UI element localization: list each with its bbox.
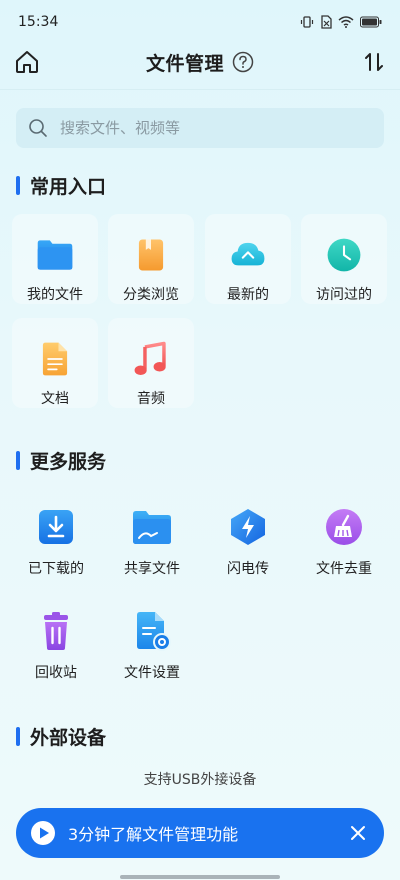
broom-icon: [326, 509, 362, 545]
lightning-icon: [231, 509, 265, 545]
status-icons: [300, 15, 382, 29]
quick-item-label: 音频: [137, 391, 165, 407]
section-accent-bar: [16, 727, 20, 746]
page-title: 文件管理: [145, 52, 224, 75]
quick-item-documents[interactable]: 文档: [12, 318, 98, 408]
quick-item-label: 文档: [41, 391, 69, 407]
battery-icon: [360, 16, 382, 28]
file-settings-icon: [137, 612, 171, 651]
help-icon[interactable]: [232, 51, 254, 73]
category-book-icon: [138, 239, 164, 271]
search-input[interactable]: [60, 119, 360, 137]
download-icon: [39, 510, 73, 544]
search-bar[interactable]: [16, 108, 384, 148]
vibrate-icon: [300, 16, 314, 28]
play-icon[interactable]: [30, 820, 56, 846]
promo-text[interactable]: 3分钟了解文件管理功能: [68, 821, 348, 845]
sort-icon[interactable]: [362, 50, 386, 74]
shared-folder-icon: [133, 511, 171, 544]
app-header: 文件管理: [0, 44, 400, 80]
section-external-devices: 外部设备: [16, 723, 106, 750]
service-item-label: 共享文件: [124, 561, 180, 577]
section-accent-bar: [16, 176, 20, 195]
service-item-label: 闪电传: [227, 561, 269, 577]
service-item-dedupe[interactable]: 文件去重: [296, 498, 392, 594]
quick-item-label: 分类浏览: [123, 287, 179, 303]
trash-icon: [44, 612, 68, 650]
quick-item-label: 访问过的: [316, 287, 372, 303]
service-item-shared[interactable]: 共享文件: [104, 498, 200, 594]
service-item-label: 回收站: [35, 665, 77, 681]
section-title: 外部设备: [30, 727, 107, 749]
service-item-downloaded[interactable]: 已下载的: [8, 498, 104, 594]
promo-banner[interactable]: 3分钟了解文件管理功能: [16, 808, 384, 858]
service-item-label: 文件去重: [316, 561, 372, 577]
home-icon[interactable]: [14, 49, 40, 75]
close-icon[interactable]: [348, 823, 368, 843]
quick-item-recent[interactable]: 最新的: [205, 214, 291, 304]
status-time: 15:34: [18, 14, 59, 30]
home-indicator[interactable]: [120, 875, 280, 879]
service-item-label: 已下载的: [28, 561, 84, 577]
search-icon: [29, 119, 47, 137]
service-item-recycle-bin[interactable]: 回收站: [8, 602, 104, 698]
service-item-file-settings[interactable]: 文件设置: [104, 602, 200, 698]
cloud-up-icon: [231, 242, 265, 266]
service-item-flash-transfer[interactable]: 闪电传: [200, 498, 296, 594]
clock-icon: [327, 238, 361, 272]
quick-item-visited[interactable]: 访问过的: [301, 214, 387, 304]
music-note-icon: [134, 341, 166, 375]
header-divider: [0, 89, 400, 90]
wifi-icon: [338, 16, 354, 28]
no-sim-icon: [321, 15, 332, 29]
section-quick-access: 常用入口: [16, 172, 106, 199]
service-item-label: 文件设置: [124, 665, 180, 681]
status-bar: 15:34: [0, 0, 400, 44]
section-more-services: 更多服务: [16, 447, 106, 474]
quick-item-category[interactable]: 分类浏览: [108, 214, 194, 304]
quick-item-label: 我的文件: [27, 287, 83, 303]
usb-support-note: 支持USB外接设备: [143, 772, 257, 788]
document-icon: [42, 342, 68, 376]
folder-icon: [37, 240, 73, 270]
section-accent-bar: [16, 451, 20, 470]
section-title: 常用入口: [30, 176, 107, 198]
quick-item-audio[interactable]: 音频: [108, 318, 194, 408]
section-title: 更多服务: [30, 451, 107, 473]
quick-item-label: 最新的: [227, 287, 269, 303]
quick-item-my-files[interactable]: 我的文件: [12, 214, 98, 304]
